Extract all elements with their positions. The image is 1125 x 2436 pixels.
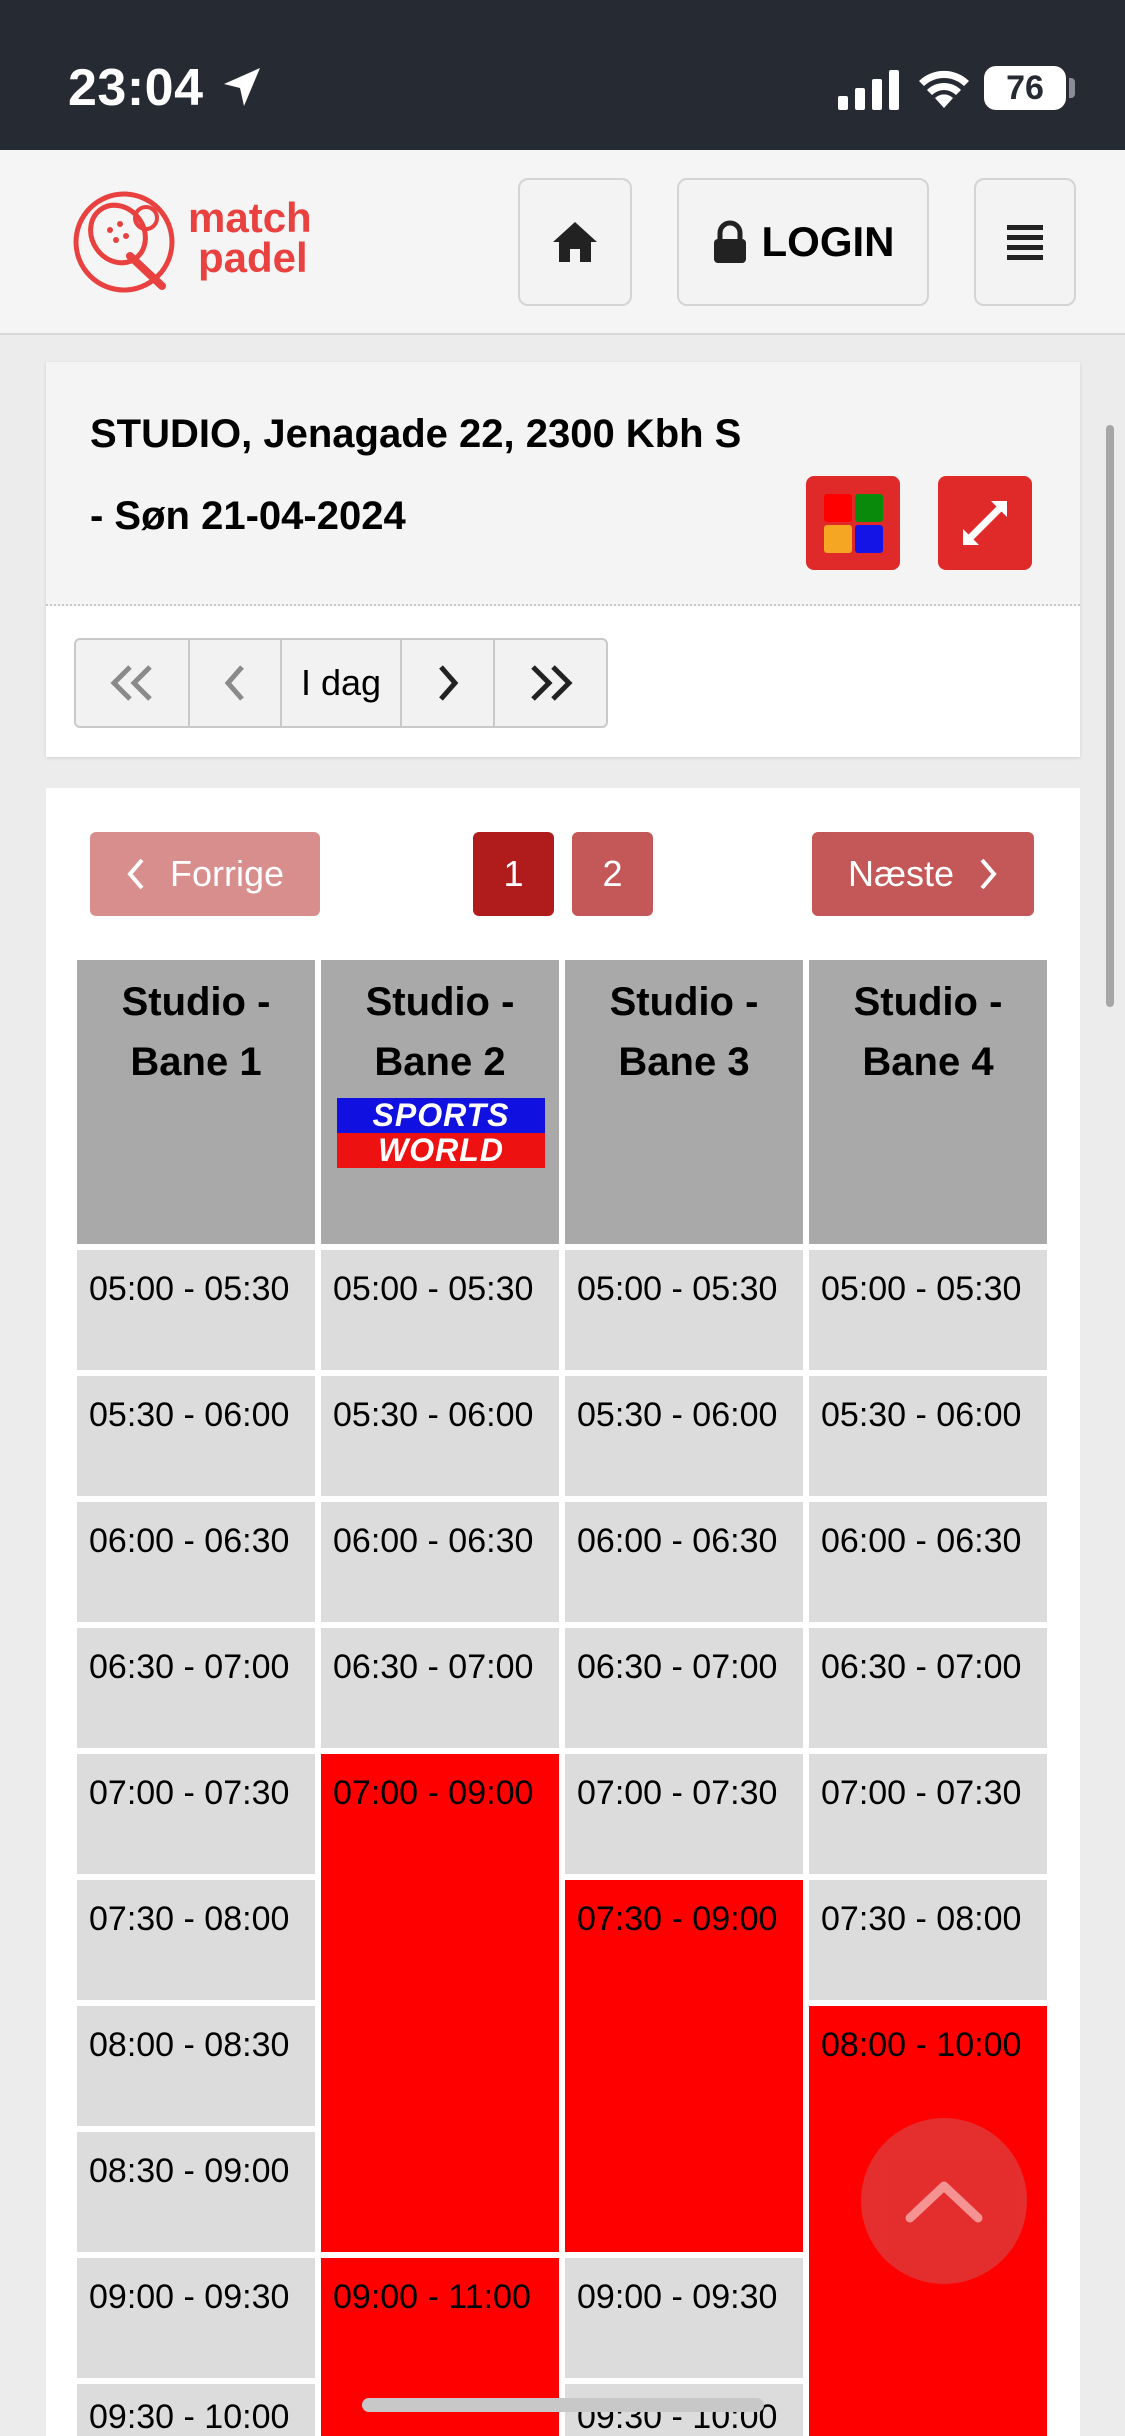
time-slot[interactable]: 09:30 - 10:00 bbox=[77, 2384, 315, 2436]
status-bar: 23:04 76 bbox=[0, 0, 1125, 150]
time-slot[interactable]: 05:00 - 05:30 bbox=[809, 1250, 1047, 1370]
time-slot[interactable]: 07:30 - 08:00 bbox=[809, 1880, 1047, 2000]
double-chevron-left-icon bbox=[110, 665, 152, 701]
venue-date: - Søn 21-04-2024 bbox=[90, 494, 406, 538]
court-title-line1: Studio - bbox=[609, 980, 759, 1024]
court-header-2: Studio - Bane 2 SPORTS WORLD bbox=[321, 960, 559, 1244]
time-slot[interactable]: 05:00 - 05:30 bbox=[321, 1250, 559, 1370]
court-header-3: Studio - Bane 3 bbox=[565, 960, 803, 1244]
time-slot[interactable]: 05:30 - 06:00 bbox=[809, 1376, 1047, 1496]
chevron-left-icon bbox=[224, 665, 244, 701]
court-header-4: Studio - Bane 4 bbox=[809, 960, 1047, 1244]
time-slot[interactable]: 06:00 - 06:30 bbox=[77, 1502, 315, 1622]
next-page-label: Næste bbox=[847, 853, 955, 894]
time-slot[interactable]: 05:00 - 05:30 bbox=[77, 1250, 315, 1370]
logo-text-match: match bbox=[188, 194, 312, 241]
time-slot[interactable]: 06:30 - 07:00 bbox=[809, 1628, 1047, 1748]
padel-racket-logo-icon bbox=[73, 191, 175, 293]
court-title-line2: Bane 1 bbox=[130, 1040, 262, 1084]
booked-slot[interactable]: 07:30 - 09:00 bbox=[565, 1880, 803, 2252]
page-2-button[interactable]: 2 bbox=[572, 832, 653, 916]
time-slot[interactable]: 07:30 - 08:00 bbox=[77, 1880, 315, 2000]
color-legend-icon bbox=[823, 493, 883, 553]
time-slot[interactable]: 05:00 - 05:30 bbox=[565, 1250, 803, 1370]
fullscreen-button[interactable] bbox=[938, 476, 1032, 570]
court-title-line1: Studio - bbox=[365, 980, 515, 1024]
time-slot[interactable]: 08:30 - 09:00 bbox=[77, 2132, 315, 2252]
time-slot[interactable]: 09:00 - 09:30 bbox=[77, 2258, 315, 2378]
time-slot[interactable]: 06:30 - 07:00 bbox=[321, 1628, 559, 1748]
time-slot[interactable]: 06:00 - 06:30 bbox=[809, 1502, 1047, 1622]
location-arrow-icon bbox=[224, 68, 260, 106]
menu-button[interactable] bbox=[974, 178, 1076, 306]
cellular-signal-icon bbox=[838, 70, 899, 110]
page-scrollbar[interactable] bbox=[1106, 425, 1114, 1007]
home-indicator[interactable] bbox=[362, 2398, 764, 2412]
time-slot[interactable]: 05:30 - 06:00 bbox=[77, 1376, 315, 1496]
court-title-line2: Bane 2 bbox=[374, 1040, 506, 1084]
login-label: LOGIN bbox=[761, 218, 895, 265]
court-title-line1: Studio - bbox=[853, 980, 1003, 1024]
matchpadel-logo[interactable]: match padel bbox=[72, 190, 332, 300]
sponsor-top-text: SPORTS bbox=[337, 1098, 545, 1133]
court-title-line1: Studio - bbox=[121, 980, 271, 1024]
next-page-button[interactable]: Næste bbox=[812, 832, 1034, 916]
today-button[interactable]: I dag bbox=[282, 640, 402, 726]
time-slot[interactable]: 09:00 - 09:30 bbox=[565, 2258, 803, 2378]
scroll-to-top-button[interactable] bbox=[861, 2118, 1027, 2284]
time-slot[interactable]: 06:30 - 07:00 bbox=[77, 1628, 315, 1748]
time-slot[interactable]: 06:30 - 07:00 bbox=[565, 1628, 803, 1748]
time-slot[interactable]: 07:00 - 07:30 bbox=[565, 1754, 803, 1874]
time-slot[interactable]: 07:00 - 07:30 bbox=[77, 1754, 315, 1874]
time-slot[interactable]: 08:00 - 08:30 bbox=[77, 2006, 315, 2126]
logo-text-padel: padel bbox=[198, 234, 308, 281]
venue-name: STUDIO, Jenagade 22, 2300 Kbh S bbox=[90, 412, 742, 456]
battery-tip bbox=[1069, 78, 1075, 98]
chevron-left-icon bbox=[127, 858, 144, 890]
double-chevron-right-icon bbox=[530, 665, 573, 701]
chevron-up-icon bbox=[905, 2181, 983, 2223]
court-title-line2: Bane 3 bbox=[618, 1040, 750, 1084]
time-slot[interactable]: 05:30 - 06:00 bbox=[565, 1376, 803, 1496]
expand-icon bbox=[963, 501, 1007, 545]
court-header-1: Studio - Bane 1 bbox=[77, 960, 315, 1244]
time-slot[interactable]: 05:30 - 06:00 bbox=[321, 1376, 559, 1496]
court-title-line2: Bane 4 bbox=[862, 1040, 994, 1084]
booked-slot[interactable]: 07:00 - 09:00 bbox=[321, 1754, 559, 2252]
venue-info-header: STUDIO, Jenagade 22, 2300 Kbh S - Søn 21… bbox=[46, 362, 1080, 606]
lock-icon bbox=[713, 220, 746, 263]
next-week-button[interactable] bbox=[495, 640, 606, 726]
status-time: 23:04 bbox=[68, 59, 204, 117]
home-icon bbox=[553, 222, 597, 262]
previous-page-label: Forrige bbox=[169, 853, 285, 894]
page-1-button[interactable]: 1 bbox=[473, 832, 554, 916]
battery-level: 76 bbox=[984, 66, 1066, 110]
time-slot[interactable]: 06:00 - 06:30 bbox=[321, 1502, 559, 1622]
logo-text: match padel bbox=[188, 194, 312, 281]
color-legend-button[interactable] bbox=[806, 476, 900, 570]
home-button[interactable] bbox=[518, 178, 632, 306]
chevron-right-icon bbox=[980, 858, 997, 890]
chevron-right-icon bbox=[438, 665, 458, 701]
previous-week-button[interactable] bbox=[76, 640, 190, 726]
hamburger-menu-icon bbox=[1007, 225, 1043, 260]
time-slot[interactable]: 06:00 - 06:30 bbox=[565, 1502, 803, 1622]
next-day-button[interactable] bbox=[402, 640, 495, 726]
login-button[interactable]: LOGIN bbox=[677, 178, 929, 306]
sports-world-sponsor-logo: SPORTS WORLD bbox=[337, 1098, 545, 1168]
wifi-icon bbox=[919, 70, 969, 108]
date-navigation: I dag bbox=[74, 638, 608, 728]
previous-page-button[interactable]: Forrige bbox=[90, 832, 320, 916]
time-slot[interactable]: 07:00 - 07:30 bbox=[809, 1754, 1047, 1874]
app-header: match padel LOGIN bbox=[0, 150, 1125, 335]
previous-day-button[interactable] bbox=[190, 640, 282, 726]
sponsor-bottom-text: WORLD bbox=[337, 1133, 545, 1168]
venue-info-panel: STUDIO, Jenagade 22, 2300 Kbh S - Søn 21… bbox=[46, 362, 1080, 757]
